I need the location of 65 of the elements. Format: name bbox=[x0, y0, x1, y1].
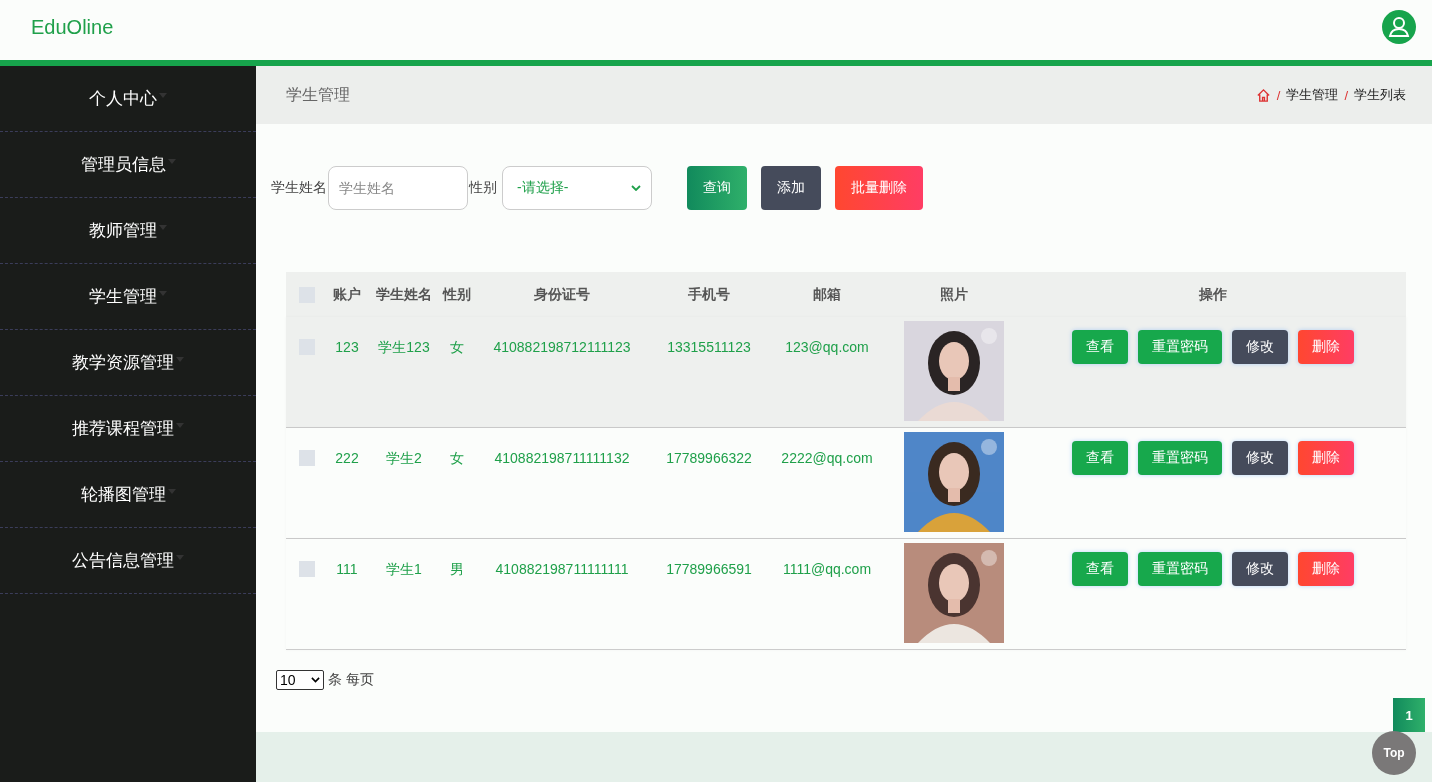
name-input-field[interactable]: 学生姓名 bbox=[328, 166, 468, 210]
sidebar-item[interactable]: 学生管理 bbox=[0, 264, 256, 330]
table-cell-text: 123 bbox=[334, 338, 360, 357]
name-label: 学生姓名 bbox=[271, 179, 327, 197]
table-cell-text: 410882198712111123 bbox=[492, 338, 632, 357]
column-header: 学生姓名 bbox=[375, 285, 433, 304]
edit-button[interactable]: 修改 bbox=[1232, 552, 1288, 586]
page-title: 学生管理 bbox=[286, 84, 350, 105]
caret-icon bbox=[167, 159, 176, 164]
table-cell-text: 2222@qq.com bbox=[780, 449, 874, 468]
sidebar-item[interactable]: 推荐课程管理 bbox=[0, 396, 256, 462]
sidebar-item[interactable]: 教学资源管理 bbox=[0, 330, 256, 396]
edit-button[interactable]: 修改 bbox=[1232, 441, 1288, 475]
home-icon[interactable] bbox=[1255, 87, 1271, 103]
page-size-select[interactable]: 10 bbox=[276, 670, 324, 690]
table-cell-text: 学生123 bbox=[377, 338, 431, 357]
page-size-label: 条 每页 bbox=[328, 671, 374, 689]
table-cell-text: 123@qq.com bbox=[784, 338, 870, 357]
column-header: 手机号 bbox=[687, 285, 731, 304]
table-cell-text: 女 bbox=[449, 449, 465, 468]
table-cell-text: 222 bbox=[334, 449, 360, 468]
table-cell-text: 111 bbox=[335, 560, 359, 579]
table-cell-text: 学生1 bbox=[385, 560, 423, 579]
sidebar-item[interactable]: 管理员信息 bbox=[0, 132, 256, 198]
breadcrumb-separator: / bbox=[1344, 87, 1348, 103]
table-cell-text: 17789966591 bbox=[665, 560, 753, 579]
gender-label: 性别 bbox=[469, 179, 497, 197]
table-cell-text: 1111@qq.com bbox=[781, 560, 873, 579]
user-avatar-icon[interactable] bbox=[1382, 10, 1416, 44]
sidebar-item[interactable]: 轮播图管理 bbox=[0, 462, 256, 528]
caret-icon bbox=[176, 423, 184, 428]
chevron-down-icon bbox=[311, 677, 320, 683]
caret-icon bbox=[159, 225, 167, 230]
column-header: 照片 bbox=[939, 285, 969, 304]
column-header: 性别 bbox=[442, 285, 472, 304]
table-cell-text: 17789966322 bbox=[665, 449, 753, 468]
table-cell-text: 女 bbox=[449, 338, 465, 357]
table-cell-text: 学生2 bbox=[385, 449, 423, 468]
column-header: 操作 bbox=[1198, 285, 1228, 304]
query-button[interactable]: 查询 bbox=[687, 166, 747, 210]
caret-icon bbox=[159, 93, 167, 98]
caret-icon bbox=[159, 291, 167, 296]
table-cell-text: 410882198711111132 bbox=[493, 449, 631, 468]
table-cell-text: 13315511123 bbox=[666, 338, 752, 357]
sidebar-item[interactable]: 公告信息管理 bbox=[0, 528, 256, 594]
column-header: 身份证号 bbox=[533, 285, 591, 304]
breadcrumb-separator: / bbox=[1276, 87, 1281, 103]
table-cell-text: 男 bbox=[449, 560, 465, 579]
chevron-down-icon bbox=[631, 185, 641, 191]
row-checkbox[interactable] bbox=[299, 450, 315, 466]
sidebar-item[interactable]: 教师管理 bbox=[0, 198, 256, 264]
back-to-top-button[interactable]: Top bbox=[1372, 731, 1416, 775]
table-cell-text: 410882198711111111 bbox=[494, 560, 630, 579]
caret-icon bbox=[167, 489, 176, 494]
breadcrumb-link[interactable]: 学生管理 bbox=[1286, 86, 1339, 104]
gender-select[interactable]: -请选择- bbox=[502, 166, 652, 210]
edit-button[interactable]: 修改 bbox=[1232, 330, 1288, 364]
column-header: 邮箱 bbox=[812, 285, 842, 304]
caret-icon bbox=[176, 555, 184, 560]
column-header: 账户 bbox=[332, 285, 362, 304]
caret-icon bbox=[176, 357, 184, 362]
logo-text: EduOline bbox=[31, 15, 114, 39]
row-checkbox[interactable] bbox=[299, 561, 315, 577]
add-button[interactable]: 添加 bbox=[761, 166, 821, 210]
breadcrumb-link[interactable]: 学生列表 bbox=[1354, 86, 1406, 104]
